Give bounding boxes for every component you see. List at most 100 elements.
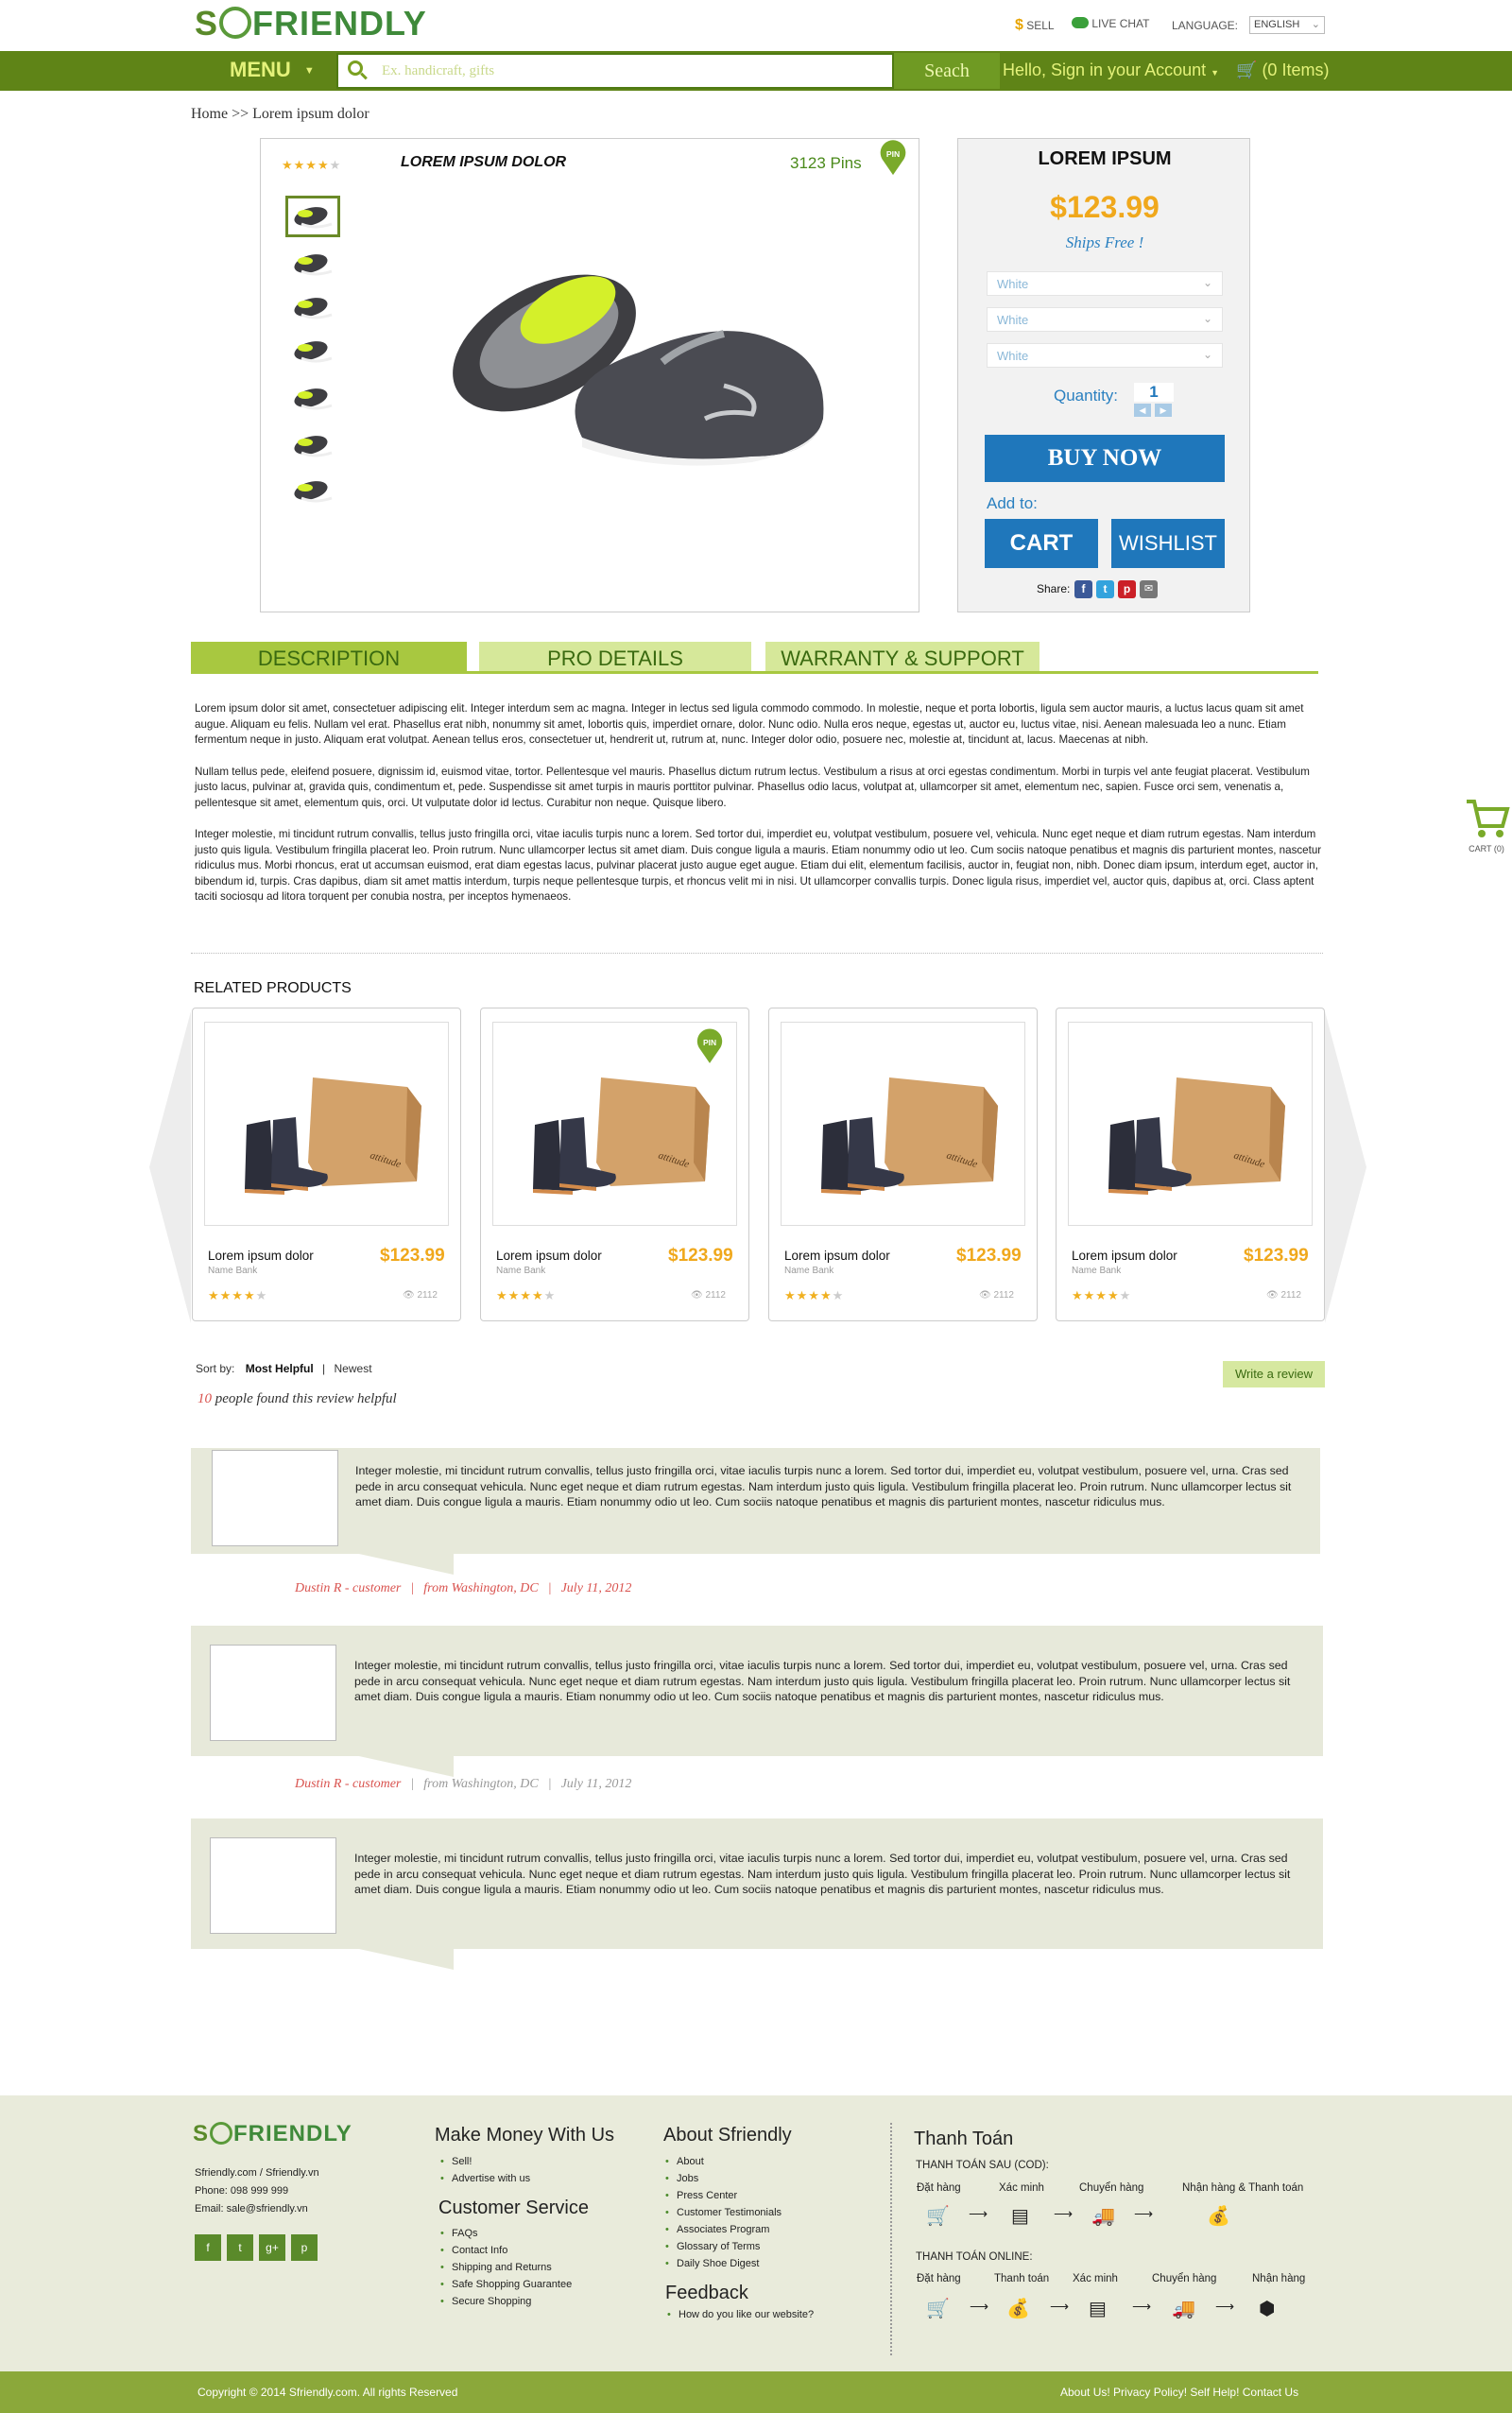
boots-box-image: attitude — [821, 1077, 998, 1195]
pinterest-icon[interactable]: p — [291, 2234, 318, 2261]
quantity-decrease-button[interactable]: ◀ — [1134, 404, 1151, 417]
pin-badge-icon[interactable]: PIN — [695, 1027, 725, 1065]
add-to-wishlist-button[interactable]: WISHLIST — [1111, 519, 1225, 568]
footer-link[interactable]: How do you like our website? — [665, 2306, 814, 2323]
footer-customer-service-list: FAQs Contact Info Shipping and Returns S… — [438, 2225, 572, 2310]
shoe-thumbnail-image — [294, 254, 333, 276]
footer-link[interactable]: Press Center — [663, 2187, 782, 2204]
product-thumbnail[interactable] — [285, 330, 340, 371]
related-product-image[interactable]: attitude — [204, 1022, 449, 1226]
footer-link[interactable]: Advertise with us — [438, 2170, 530, 2187]
footer-make-money-list: Sell! Advertise with us — [438, 2153, 530, 2187]
footer-link[interactable]: Daily Shoe Digest — [663, 2255, 782, 2272]
live-chat-link[interactable]: LIVE CHAT — [1072, 17, 1149, 30]
search-input[interactable]: Ex. handicraft, gifts — [336, 53, 894, 89]
product-thumbnail[interactable] — [285, 424, 340, 466]
footer-link[interactable]: Safe Shopping Guarantee — [438, 2276, 572, 2293]
product-thumbnail[interactable] — [285, 196, 340, 237]
review-author[interactable]: Dustin R - customer — [295, 1777, 401, 1791]
product-image[interactable] — [440, 220, 856, 466]
site-logo[interactable]: S FRIENDLY — [195, 4, 427, 43]
related-product-name[interactable]: Lorem ipsum dolor — [208, 1249, 314, 1263]
related-product-name[interactable]: Lorem ipsum dolor — [1072, 1249, 1177, 1263]
related-product-card[interactable]: attitude PIN Lorem ipsum dolor Name Bank $12… — [480, 1008, 749, 1321]
review-author[interactable]: Dustin R - customer — [295, 1581, 401, 1595]
product-thumbnail[interactable] — [285, 377, 340, 419]
footer-link[interactable]: Glossary of Terms — [663, 2238, 782, 2255]
footer-link[interactable]: Customer Testimonials — [663, 2204, 782, 2221]
language-select[interactable]: ENGLISH ⌄ — [1249, 16, 1325, 34]
facebook-share-icon[interactable]: f — [1074, 580, 1092, 598]
review-date: July 11, 2012 — [560, 1777, 632, 1791]
related-product-image[interactable]: attitude — [781, 1022, 1025, 1226]
email-share-icon[interactable]: ✉ — [1140, 580, 1158, 598]
speech-bubble-tail — [359, 1949, 454, 1970]
sort-bar: Sort by: Most Helpful | Newest — [196, 1362, 372, 1375]
chevron-down-icon: ⌄ — [1202, 348, 1212, 361]
divider — [191, 953, 1323, 954]
related-product-name[interactable]: Lorem ipsum dolor — [784, 1249, 890, 1263]
related-product-price: $123.99 — [956, 1246, 1022, 1266]
product-thumbnail[interactable] — [285, 243, 340, 284]
footer-link[interactable]: Jobs — [663, 2170, 782, 2187]
option-select-1[interactable]: White ⌄ — [987, 271, 1223, 296]
sort-newest[interactable]: Newest — [335, 1362, 372, 1375]
facebook-icon[interactable]: f — [195, 2234, 221, 2261]
search-button[interactable]: Seach — [894, 53, 1000, 89]
product-gallery: ★★★★★ LOREM IPSUM DOLOR 3123 Pins PIN — [260, 138, 919, 612]
pinterest-share-icon[interactable]: p — [1118, 580, 1136, 598]
footer-logo[interactable]: S FRIENDLY — [193, 2121, 352, 2147]
buy-now-button[interactable]: BUY NOW — [985, 435, 1225, 482]
account-link[interactable]: Hello, Sign in your Account ▼ — [1003, 60, 1219, 80]
sort-most-helpful[interactable]: Most Helpful — [246, 1362, 314, 1375]
footer-feedback-title: Feedback — [665, 2283, 748, 2303]
tabs-underline — [191, 671, 1318, 674]
bottom-links[interactable]: About Us! Privacy Policy! Self Help! Con… — [1060, 2386, 1298, 2399]
tab-warranty-support[interactable]: WARRANTY & SUPPORT — [765, 642, 1040, 672]
footer-link[interactable]: Associates Program — [663, 2221, 782, 2238]
menu-button[interactable]: MENU ▼ — [230, 58, 315, 82]
add-to-cart-button[interactable]: CART — [985, 519, 1098, 568]
side-cart-widget[interactable]: CART (0) — [1461, 796, 1512, 853]
product-thumbnail[interactable] — [285, 470, 340, 511]
header-cart[interactable]: 🛒 (0 Items) — [1236, 60, 1329, 80]
footer-link[interactable]: FAQs — [438, 2225, 572, 2242]
twitter-share-icon[interactable]: t — [1096, 580, 1114, 598]
footer-link[interactable]: Shipping and Returns — [438, 2259, 572, 2276]
related-product-name[interactable]: Lorem ipsum dolor — [496, 1249, 602, 1263]
google-plus-icon[interactable]: g+ — [259, 2234, 285, 2261]
carousel-next-arrow[interactable] — [1325, 1011, 1366, 1323]
boots-box-image: attitude — [533, 1077, 710, 1195]
quantity-increase-button[interactable]: ▶ — [1155, 404, 1172, 417]
quantity-input[interactable]: 1 — [1134, 383, 1174, 402]
related-product-card[interactable]: attitude Lorem ipsum dolor Name Bank $123.9… — [768, 1008, 1038, 1321]
payment-step-label: Thanh toán — [994, 2273, 1050, 2284]
related-product-price: $123.99 — [380, 1246, 445, 1266]
related-product-card[interactable]: attitude Lorem ipsum dolor Name Bank $123.9… — [1056, 1008, 1325, 1321]
view-count: 👁 2112 — [403, 1290, 438, 1301]
chevron-down-icon: ⌄ — [1202, 276, 1212, 289]
footer-link[interactable]: About — [663, 2153, 782, 2170]
write-review-button[interactable]: Write a review — [1223, 1361, 1325, 1387]
chevron-down-icon: ⌄ — [1202, 312, 1212, 325]
product-thumbnail[interactable] — [285, 286, 340, 328]
option-select-2[interactable]: White ⌄ — [987, 307, 1223, 332]
footer-about-title: About Sfriendly — [663, 2125, 792, 2146]
related-product-card[interactable]: attitude Lorem ipsum dolor Name Bank $123.9… — [192, 1008, 461, 1321]
breadcrumb[interactable]: Home >> Lorem ipsum dolor — [191, 106, 369, 123]
footer-link[interactable]: Contact Info — [438, 2242, 572, 2259]
related-product-image[interactable]: attitude — [1068, 1022, 1313, 1226]
tab-description[interactable]: DESCRIPTION — [191, 642, 467, 672]
step-arrow-icon: ⟶ — [970, 2299, 989, 2314]
review-item: Integer molestie, mi tincidunt rutrum co… — [191, 1448, 1320, 1554]
footer-link[interactable]: Sell! — [438, 2153, 530, 2170]
footer-link[interactable]: Secure Shopping — [438, 2293, 572, 2310]
sell-link[interactable]: $ SELL — [1015, 17, 1055, 34]
tab-pro-details[interactable]: PRO DETAILS — [479, 642, 751, 672]
payment-step-label: Chuyển hàng — [1079, 2182, 1144, 2194]
option-select-3[interactable]: White ⌄ — [987, 343, 1223, 368]
pin-badge-icon[interactable]: PIN — [877, 139, 909, 177]
twitter-icon[interactable]: t — [227, 2234, 253, 2261]
money-bag-icon: 💰 — [1207, 2206, 1230, 2227]
carousel-prev-arrow[interactable] — [149, 1011, 191, 1323]
